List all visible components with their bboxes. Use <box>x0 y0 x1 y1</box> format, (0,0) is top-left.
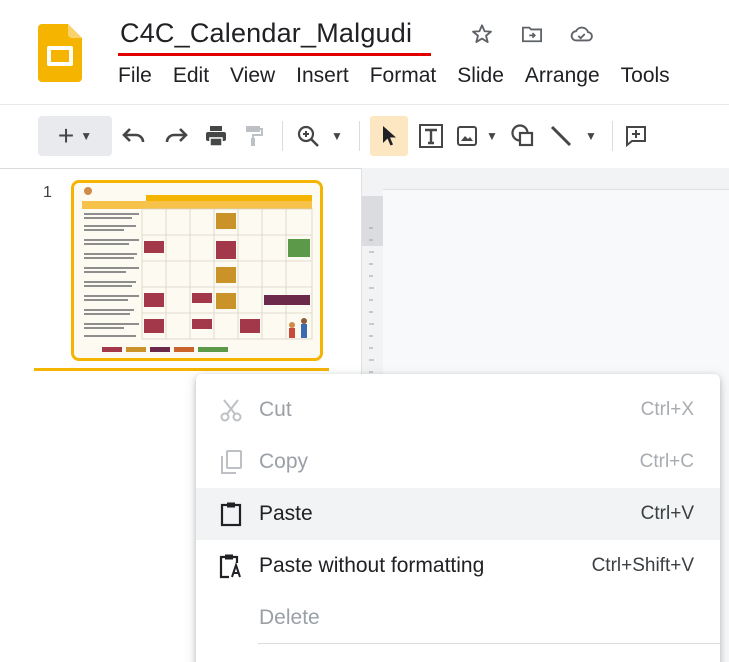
ruler-ticks <box>369 227 374 373</box>
toolbar: + ▼ ▼ ▼ ▼ <box>38 112 649 160</box>
paste-plain-icon <box>218 553 244 579</box>
context-menu-delete[interactable]: Delete <box>196 592 720 644</box>
context-menu-cut[interactable]: Cut Ctrl+X <box>196 384 720 436</box>
context-menu-copy[interactable]: Copy Ctrl+C <box>196 436 720 488</box>
menu-view[interactable]: View <box>230 64 286 88</box>
comment-button[interactable] <box>623 116 649 156</box>
line-dropdown[interactable]: ▼ <box>580 116 602 156</box>
scissors-icon <box>218 397 244 423</box>
header-divider <box>0 104 729 105</box>
new-slide-button[interactable]: + ▼ <box>38 116 112 156</box>
shape-button[interactable] <box>502 116 544 156</box>
paint-format-button[interactable] <box>236 116 272 156</box>
text-box-button[interactable] <box>408 116 454 156</box>
context-menu-shortcut: Ctrl+Shift+V <box>591 555 694 576</box>
zoom-dropdown[interactable]: ▼ <box>325 116 349 156</box>
context-menu-label: Copy <box>259 450 309 473</box>
context-menu-divider <box>258 643 720 644</box>
slide-number: 1 <box>43 184 52 201</box>
move-to-folder-icon[interactable] <box>520 22 544 46</box>
context-menu-label: Paste <box>259 502 313 525</box>
clipboard-icon <box>218 501 244 527</box>
toolbar-separator <box>359 121 360 151</box>
menu-slide[interactable]: Slide <box>457 64 515 88</box>
print-button[interactable] <box>196 116 236 156</box>
horizontal-ruler <box>383 168 729 190</box>
menu-arrange[interactable]: Arrange <box>525 64 611 88</box>
redo-button[interactable] <box>156 116 196 156</box>
context-menu-shortcut: Ctrl+V <box>640 503 694 524</box>
menu-tools[interactable]: Tools <box>621 64 681 88</box>
redo-icon <box>165 128 188 143</box>
context-menu-paste-without-formatting[interactable]: Paste without formatting Ctrl+Shift+V <box>196 540 720 592</box>
context-menu-label: Paste without formatting <box>259 554 485 577</box>
comment-icon <box>626 126 646 148</box>
new-slide-icon: + <box>57 120 75 151</box>
document-title[interactable]: C4C_Calendar_Malgudi <box>120 18 412 49</box>
star-icon[interactable] <box>470 22 494 46</box>
title-underline <box>118 53 431 56</box>
paint-format-icon <box>246 126 263 146</box>
image-dropdown[interactable]: ▼ <box>482 116 502 156</box>
line-button[interactable] <box>544 116 578 156</box>
undo-icon <box>122 128 145 143</box>
slide-thumbnail[interactable] <box>71 180 323 361</box>
image-button[interactable] <box>454 116 480 156</box>
image-icon <box>457 126 477 146</box>
slides-logo-icon[interactable] <box>38 24 82 82</box>
slide-thumbnail-preview <box>74 183 320 358</box>
context-menu: Cut Ctrl+X Copy Ctrl+C Paste Ctrl+V Past… <box>196 374 720 662</box>
line-icon <box>550 125 572 147</box>
zoom-icon <box>297 125 319 147</box>
cloud-saved-icon[interactable] <box>570 22 594 46</box>
select-icon <box>383 126 396 146</box>
context-menu-shortcut: Ctrl+C <box>639 451 694 472</box>
context-menu-paste[interactable]: Paste Ctrl+V <box>196 488 720 540</box>
menu-edit[interactable]: Edit <box>173 64 220 88</box>
context-menu-label: Cut <box>259 398 292 421</box>
zoom-button[interactable] <box>293 116 323 156</box>
print-icon <box>206 126 226 147</box>
menu-file[interactable]: File <box>118 64 163 88</box>
menu-format[interactable]: Format <box>370 64 448 88</box>
filmstrip-selection-bar <box>34 368 329 371</box>
context-menu-shortcut: Ctrl+X <box>640 399 694 420</box>
context-menu-label: Delete <box>259 606 320 629</box>
text-box-icon <box>419 124 443 148</box>
toolbar-separator <box>282 121 283 151</box>
undo-button[interactable] <box>112 116 156 156</box>
toolbar-separator <box>612 121 613 151</box>
chevron-down-icon[interactable]: ▼ <box>80 129 92 143</box>
menubar: File Edit View Insert Format Slide Arran… <box>118 64 691 88</box>
select-button[interactable] <box>370 116 408 156</box>
copy-icon <box>218 449 244 475</box>
menu-insert[interactable]: Insert <box>296 64 360 88</box>
shape-icon <box>511 124 534 147</box>
